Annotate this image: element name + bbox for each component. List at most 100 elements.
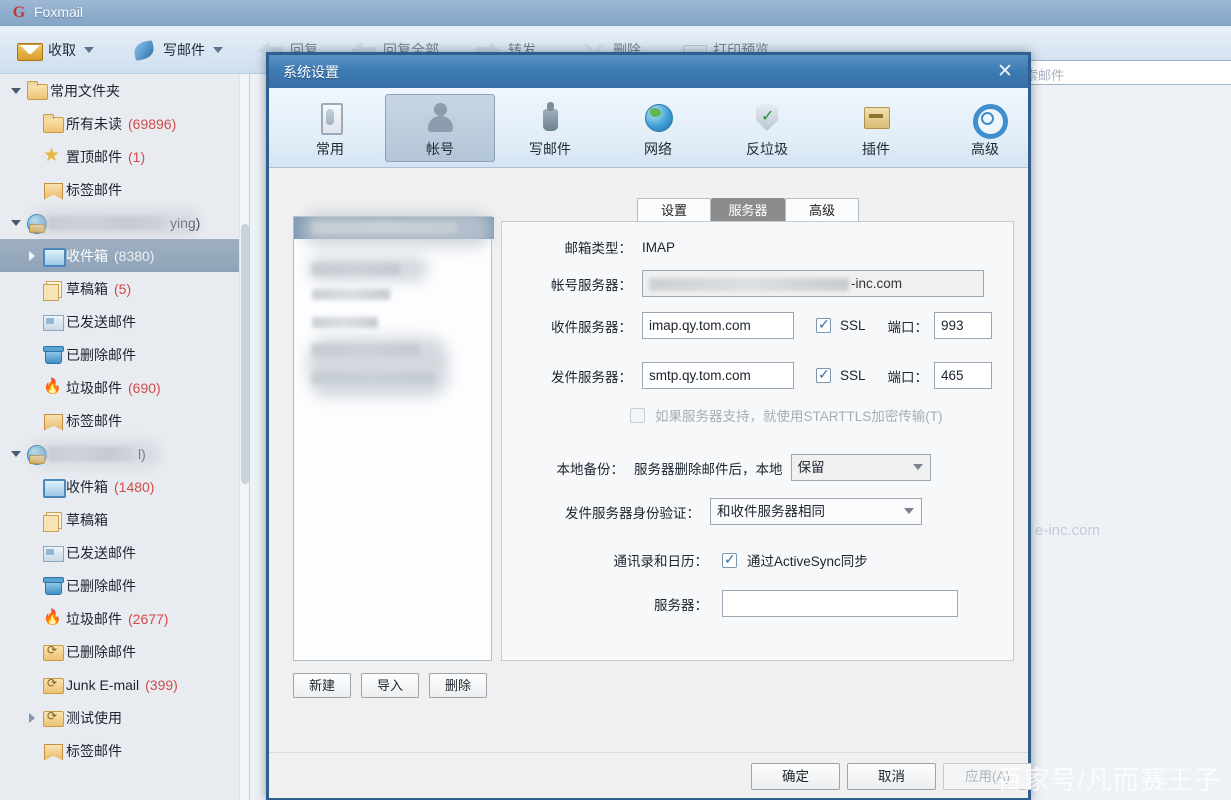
sidebar-item-tagged-1[interactable]: 标签邮件	[0, 173, 249, 206]
sidebar-item-deleted-synced[interactable]: 已删除邮件	[0, 635, 249, 668]
local-backup-label: 本地备份：	[532, 458, 624, 478]
tab-advanced-sub[interactable]: 高级	[785, 198, 859, 222]
inbox-monitor-icon	[40, 245, 64, 267]
plugin-box-icon	[859, 101, 893, 135]
chevron-down-icon[interactable]	[84, 47, 94, 53]
synced-folder-icon	[40, 641, 64, 663]
delete-account-button[interactable]: 删除	[429, 673, 487, 698]
account-server-label: 帐号服务器：	[532, 274, 632, 294]
sidebar-group-common-folders[interactable]: 常用文件夹	[0, 74, 249, 107]
inbox-icon	[16, 39, 42, 61]
outgoing-server-input[interactable]: smtp.qy.tom.com	[642, 362, 794, 389]
redacted-account-row	[312, 317, 378, 328]
twisty-right-icon[interactable]	[24, 251, 40, 261]
network-globe-icon	[641, 101, 675, 135]
compose-ink-icon	[533, 101, 567, 135]
sidebar-item-sent-2[interactable]: 已发送邮件	[0, 536, 249, 569]
cancel-button[interactable]: 取消	[847, 763, 936, 790]
folder-sidebar[interactable]: 常用文件夹 所有未读 (69896) 置顶邮件 (1) 标签邮件 ying)	[0, 74, 250, 800]
sidebar-item-inbox-2[interactable]: 收件箱 (1480)	[0, 470, 249, 503]
server-settings-panel: 邮箱类型： IMAP 帐号服务器： -inc.com 收件服务器： imap.q…	[501, 221, 1014, 661]
close-icon[interactable]: ✕	[990, 58, 1020, 84]
tab-label: 插件	[862, 139, 890, 159]
sidebar-scrollbar[interactable]	[239, 74, 249, 800]
sidebar-item-deleted-1[interactable]: 已删除邮件	[0, 338, 249, 371]
incoming-server-input[interactable]: imap.qy.tom.com	[642, 312, 794, 339]
outgoing-server-row: 发件服务器： smtp.qy.tom.com SSL 端口： 465	[532, 362, 992, 389]
anti-spam-shield-icon	[750, 101, 784, 135]
activesync-server-input[interactable]	[722, 590, 958, 617]
tab-general[interactable]: 常用	[275, 94, 385, 162]
toolbar-button-compose[interactable]: 写邮件	[125, 33, 229, 67]
sidebar-item-spam-2[interactable]: 垃圾邮件 (2677)	[0, 602, 249, 635]
tab-anti-spam[interactable]: 反垃圾	[712, 94, 822, 162]
tab-plugins[interactable]: 插件	[821, 94, 931, 162]
local-backup-select[interactable]: 保留	[791, 454, 931, 481]
starttls-row: 如果服务器支持，就使用STARTTLS加密传输(T)	[630, 405, 943, 425]
toolbar-button-label: 收取	[48, 40, 76, 60]
unread-count: (1)	[128, 149, 145, 165]
tab-account[interactable]: 帐号	[385, 94, 495, 162]
tab-advanced[interactable]: 高级	[930, 94, 1040, 162]
smtp-auth-value: 和收件服务器相同	[717, 504, 825, 519]
sidebar-item-pinned[interactable]: 置顶邮件 (1)	[0, 140, 249, 173]
dialog-titlebar: 系统设置 ✕	[269, 55, 1028, 88]
activesync-checkbox[interactable]	[722, 553, 737, 568]
new-account-button[interactable]: 新建	[293, 673, 351, 698]
outgoing-port-input[interactable]: 465	[934, 362, 992, 389]
sidebar-item-tagged-3[interactable]: 标签邮件	[0, 734, 249, 767]
starttls-checkbox[interactable]	[630, 408, 645, 423]
sidebar-item-label: 收件箱	[66, 246, 108, 266]
sidebar-account-1[interactable]: ying)	[0, 206, 249, 239]
sidebar-item-spam-1[interactable]: 垃圾邮件 (690)	[0, 371, 249, 404]
sidebar-item-label: 垃圾邮件	[66, 378, 122, 398]
tab-settings[interactable]: 设置	[637, 198, 711, 222]
sidebar-item-label: 标签邮件	[66, 741, 122, 761]
tab-compose[interactable]: 写邮件	[495, 94, 605, 162]
redaction-blob	[30, 210, 200, 236]
sidebar-item-junk-email[interactable]: Junk E-mail (399)	[0, 668, 249, 701]
activesync-server-label: 服务器：	[590, 594, 708, 614]
dialog-body: 新建 导入 删除 设置 服务器 高级 邮箱类型： IMAP 帐号服务器：	[269, 168, 1028, 798]
twisty-down-icon[interactable]	[8, 451, 24, 457]
account-server-value: -inc.com	[851, 271, 902, 296]
sidebar-item-tagged-2[interactable]: 标签邮件	[0, 404, 249, 437]
tab-server[interactable]: 服务器	[711, 198, 785, 222]
incoming-ssl-checkbox[interactable]	[816, 318, 831, 333]
outgoing-server-label: 发件服务器：	[532, 366, 632, 386]
toolbar-button-receive[interactable]: 收取	[10, 33, 100, 67]
sidebar-item-all-unread[interactable]: 所有未读 (69896)	[0, 107, 249, 140]
trash-icon	[40, 575, 64, 597]
sidebar-item-deleted-2[interactable]: 已删除邮件	[0, 569, 249, 602]
incoming-port-input[interactable]: 993	[934, 312, 992, 339]
twisty-right-icon[interactable]	[24, 713, 40, 723]
sidebar-item-drafts-2[interactable]: 草稿箱	[0, 503, 249, 536]
sidebar-account-2[interactable]: l)	[0, 437, 249, 470]
sidebar-item-inbox-1[interactable]: 收件箱 (8380)	[0, 239, 249, 272]
account-list[interactable]	[293, 216, 492, 661]
unread-count: (5)	[114, 281, 131, 297]
outgoing-ssl-label: SSL	[840, 368, 866, 383]
twisty-down-icon[interactable]	[8, 220, 24, 226]
redacted-account-row	[312, 289, 390, 300]
chevron-down-icon[interactable]	[213, 47, 223, 53]
sidebar-scrollbar-thumb[interactable]	[241, 224, 249, 484]
mail-type-row: 邮箱类型： IMAP	[532, 237, 675, 257]
tab-network[interactable]: 网络	[603, 94, 713, 162]
synced-folder-icon	[40, 674, 64, 696]
unread-count: (1480)	[114, 479, 154, 495]
ok-button[interactable]: 确定	[751, 763, 840, 790]
smtp-auth-select[interactable]: 和收件服务器相同	[710, 498, 922, 525]
account-server-input[interactable]: -inc.com	[642, 270, 984, 297]
sidebar-item-test-use[interactable]: 测试使用	[0, 701, 249, 734]
contacts-calendar-row: 通讯录和日历： 通过ActiveSync同步	[590, 550, 868, 570]
sidebar-item-sent-1[interactable]: 已发送邮件	[0, 305, 249, 338]
activesync-server-row: 服务器：	[590, 590, 958, 617]
incoming-server-row: 收件服务器： imap.qy.tom.com SSL 端口： 993	[532, 312, 992, 339]
twisty-down-icon[interactable]	[8, 88, 24, 94]
import-account-button[interactable]: 导入	[361, 673, 419, 698]
dialog-tabstrip: 常用 帐号 写邮件 网络 反垃圾 插件	[269, 88, 1028, 168]
sidebar-item-drafts-1[interactable]: 草稿箱 (5)	[0, 272, 249, 305]
outgoing-ssl-checkbox[interactable]	[816, 368, 831, 383]
app-title: Foxmail	[34, 4, 83, 20]
